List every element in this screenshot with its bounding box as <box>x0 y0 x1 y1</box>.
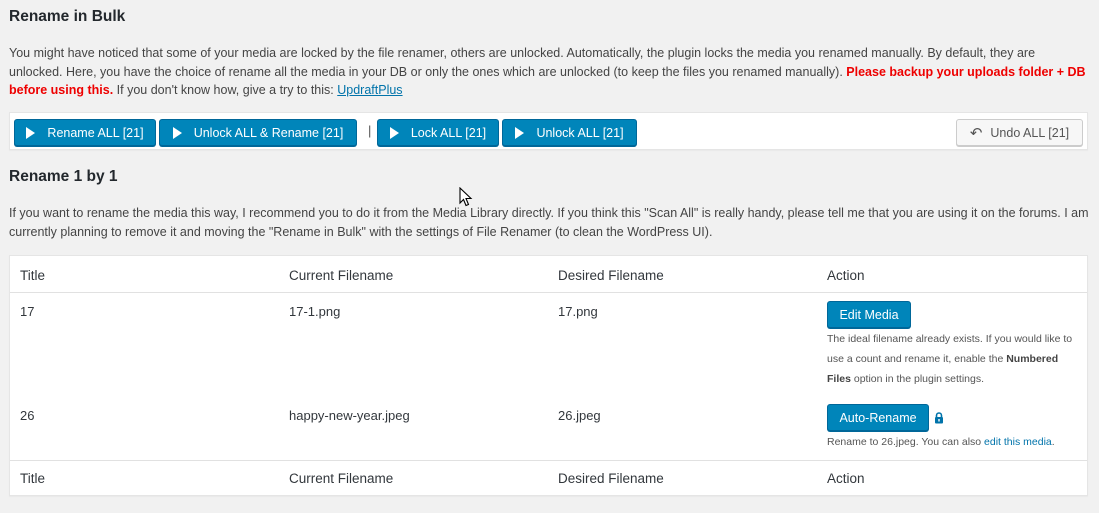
one-by-one-section-title: Rename 1 by 1 <box>9 168 118 185</box>
play-icon <box>26 126 36 139</box>
column-header-current-filename[interactable]: Current Filename <box>289 268 393 283</box>
play-icon <box>172 126 182 139</box>
rename-all-label: Rename ALL [21] <box>47 125 144 140</box>
play-icon <box>389 126 399 139</box>
edit-this-media-link[interactable]: edit this media <box>984 436 1052 448</box>
row-note-text-end: option in the plugin settings. <box>853 373 985 385</box>
unlock-all-button[interactable]: Unlock ALL [21] <box>502 119 637 146</box>
row-desired-filename: 17.png <box>558 304 598 319</box>
row-action-note: The ideal filename already exists. If yo… <box>827 329 1082 389</box>
undo-all-label: Undo ALL [21] <box>990 125 1070 140</box>
column-header-desired-filename[interactable]: Desired Filename <box>558 268 664 283</box>
unlock-and-rename-label: Unlock ALL & Rename [21] <box>193 125 344 140</box>
bulk-description-hint: If you don't know how, give a try to thi… <box>116 83 334 97</box>
footer-divider <box>10 460 1087 461</box>
header-divider <box>10 292 1087 293</box>
edit-media-button[interactable]: Edit Media <box>827 301 911 328</box>
undo-icon: ↶ <box>969 124 983 142</box>
row-note-text-end: . <box>1051 436 1055 448</box>
row-action-note: Rename to 26.jpeg. You can also edit thi… <box>827 432 1082 452</box>
unlock-all-label: Unlock ALL [21] <box>536 125 624 140</box>
column-header-action: Action <box>827 268 865 283</box>
column-footer-action: Action <box>827 471 865 486</box>
unlock-and-rename-button[interactable]: Unlock ALL & Rename [21] <box>159 119 357 146</box>
lock-icon[interactable] <box>934 412 944 424</box>
lock-all-label: Lock ALL [21] <box>410 125 487 140</box>
toolbar-separator: | <box>368 123 372 138</box>
row-current-filename: happy-new-year.jpeg <box>289 408 410 423</box>
bulk-section-title: Rename in Bulk <box>9 8 126 25</box>
column-footer-title[interactable]: Title <box>20 471 45 486</box>
play-icon <box>515 126 525 139</box>
bulk-toolbar: Rename ALL [21] Unlock ALL & Rename [21]… <box>9 112 1088 150</box>
row-current-filename: 17-1.png <box>289 304 341 319</box>
bulk-description: You might have noticed that some of your… <box>9 44 1091 100</box>
lock-all-button[interactable]: Lock ALL [21] <box>377 119 499 146</box>
undo-all-button[interactable]: ↶ Undo ALL [21] <box>956 119 1083 146</box>
row-title-link[interactable]: 17 <box>20 304 34 319</box>
row-note-text: Rename to 26.jpeg. You can also <box>827 436 982 448</box>
media-table: Title Current Filename Desired Filename … <box>9 255 1088 496</box>
rename-all-button[interactable]: Rename ALL [21] <box>14 119 156 146</box>
auto-rename-button[interactable]: Auto-Rename <box>827 404 929 431</box>
one-by-one-description: If you want to rename the media this way… <box>9 206 1089 239</box>
column-header-title[interactable]: Title <box>20 268 45 283</box>
column-footer-desired-filename[interactable]: Desired Filename <box>558 471 664 486</box>
row-desired-filename: 26.jpeg <box>558 408 601 423</box>
column-footer-current-filename[interactable]: Current Filename <box>289 471 393 486</box>
row-title-link[interactable]: 26 <box>20 408 34 423</box>
updraftplus-link[interactable]: UpdraftPlus <box>337 83 402 97</box>
